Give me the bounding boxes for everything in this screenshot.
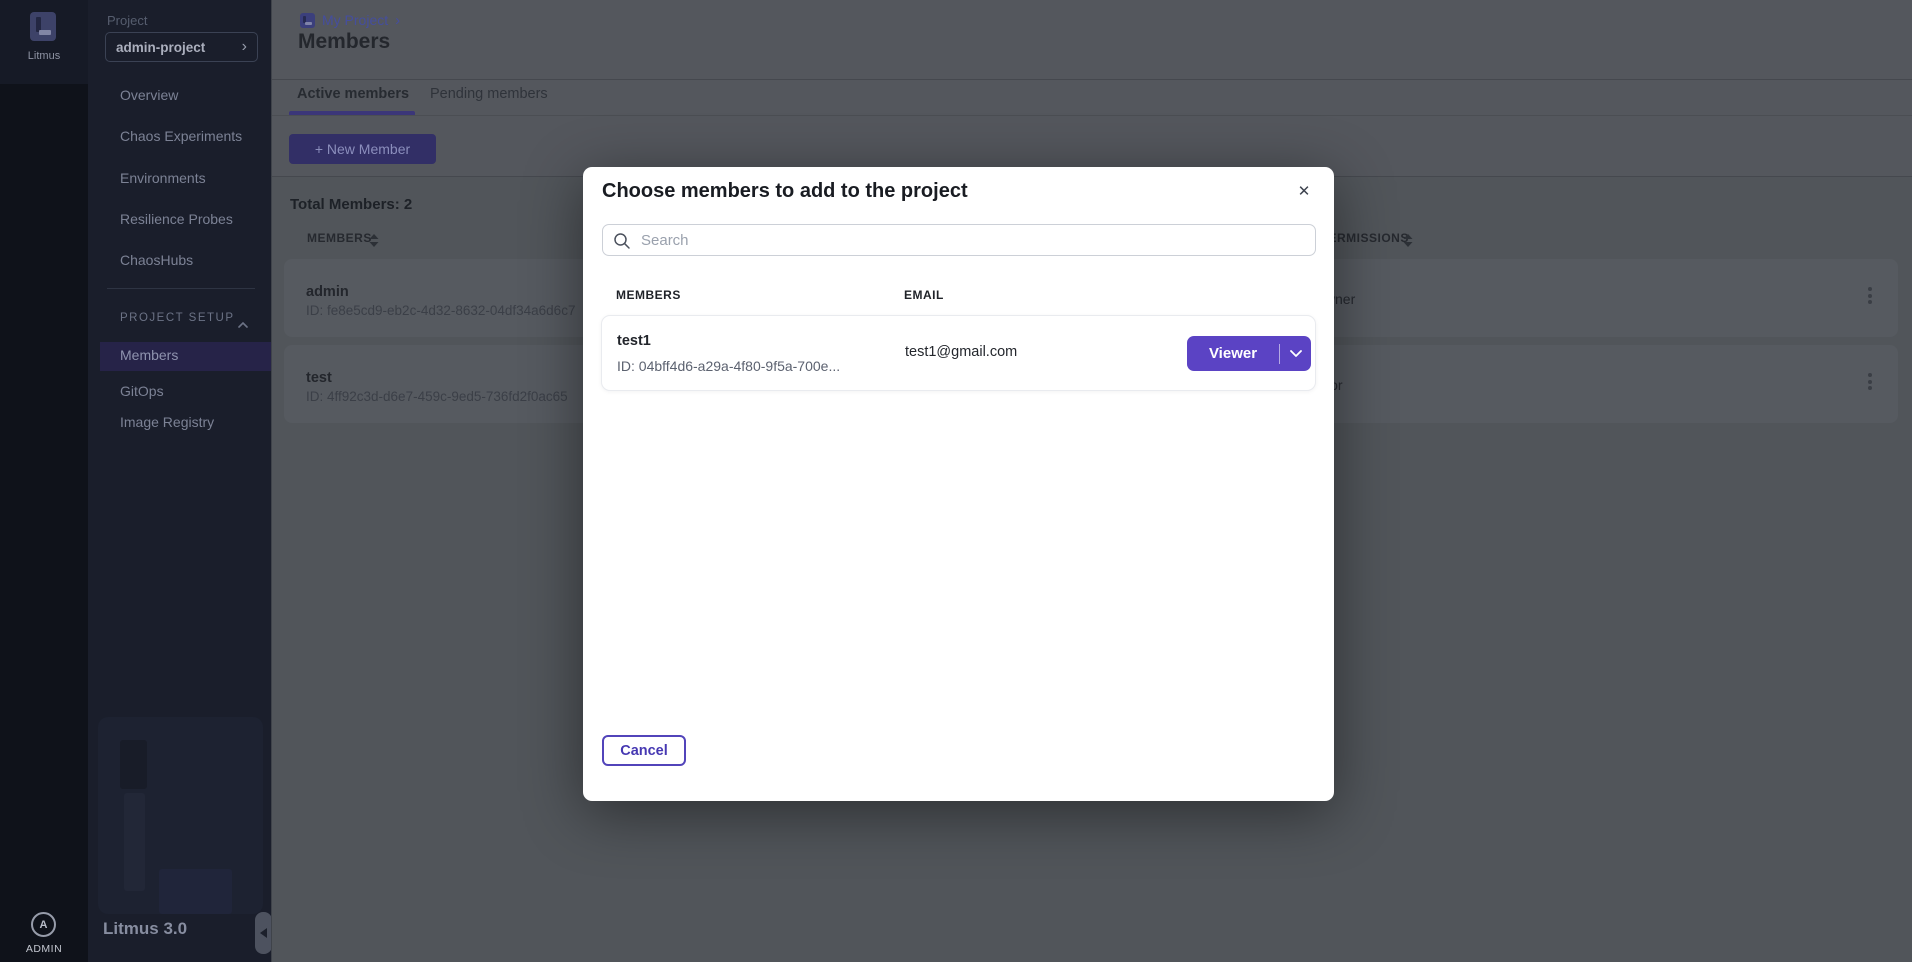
cancel-button[interactable]: Cancel [602,735,686,766]
modal-column-header-members: MEMBERS [616,288,681,302]
member-id: ID: 04bff4d6-a29a-4f80-9f5a-700e... [617,358,840,374]
search-field [602,224,1316,256]
app-root: Litmus A ADMIN Project admin-project › O… [0,0,1912,962]
modal-member-row-test1: test1 ID: 04bff4d6-a29a-4f80-9f5a-700e..… [601,315,1316,391]
search-input[interactable] [603,225,1315,255]
role-select-button[interactable]: Viewer [1187,336,1311,371]
role-select-label: Viewer [1187,345,1279,362]
member-name: test1 [617,333,651,349]
close-icon[interactable]: ✕ [1290,177,1318,205]
chevron-down-icon[interactable] [1280,336,1311,371]
member-email: test1@gmail.com [905,344,1017,360]
modal-column-header-email: EMAIL [904,288,944,302]
modal-title: Choose members to add to the project [602,180,968,203]
add-members-modal: Choose members to add to the project ✕ M… [583,167,1334,801]
